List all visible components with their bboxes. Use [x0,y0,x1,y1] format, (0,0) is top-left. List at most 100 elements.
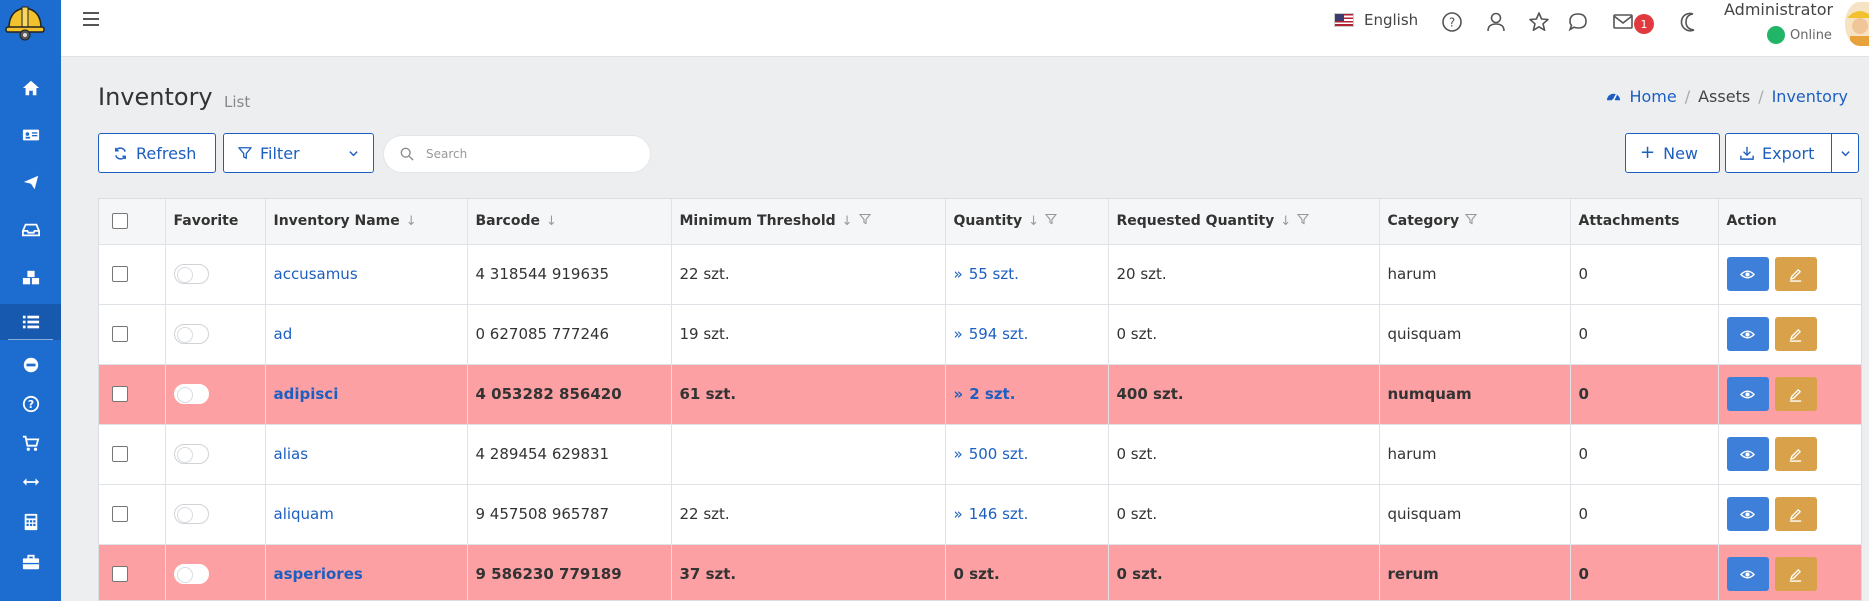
favorite-toggle[interactable] [173,264,209,284]
mail-icon[interactable] [1612,11,1634,33]
row-checkbox[interactable] [112,386,128,402]
favorite-toggle[interactable] [173,564,209,584]
sort-arrow-icon[interactable]: ↓ [1028,214,1039,229]
quantity-value[interactable]: 594 szt. [969,325,1029,343]
breadcrumb-assets[interactable]: Assets [1698,87,1750,106]
search-box[interactable] [383,135,651,173]
table-header-row: Favorite Inventory Name ↓ Barcode ↓ Minimu… [99,199,1861,245]
row-checkbox[interactable] [112,506,128,522]
question-circle-icon[interactable]: ? [0,386,61,422]
view-button[interactable] [1726,557,1769,591]
favorite-toggle[interactable] [173,504,209,524]
hamburger-menu-icon[interactable] [83,12,99,26]
edit-button[interactable] [1774,257,1817,291]
edit-button[interactable] [1774,377,1817,411]
sort-arrow-icon[interactable]: ↓ [406,214,417,229]
export-dropdown-button[interactable]: Export [1725,133,1859,173]
calculator-icon[interactable] [0,504,61,540]
chat-icon[interactable] [1567,11,1589,33]
edit-button[interactable] [1774,317,1817,351]
threshold-cell: 37 szt. [671,544,946,600]
favorite-toggle[interactable] [173,324,209,344]
action-cell [1718,484,1861,545]
row-checkbox[interactable] [112,446,128,462]
inventory-name-link[interactable]: alias [265,424,468,485]
header-inventory-name[interactable]: Inventory Name ↓ [265,199,468,245]
home-icon[interactable] [0,70,61,106]
briefcase-icon[interactable] [0,544,61,580]
quantity-value[interactable]: 55 szt. [969,265,1019,283]
breadcrumb-separator: / [1758,87,1764,106]
favorite-toggle[interactable] [173,384,209,404]
inventory-name-link[interactable]: aliquam [265,484,468,545]
user-name[interactable]: Administrator [1724,0,1833,19]
table-row[interactable]: alias 4 289454 629831 » 500 szt. 0 szt. h… [99,424,1861,485]
quantity-value[interactable]: 2 szt. [969,385,1015,403]
svg-text:?: ? [1449,16,1455,30]
table-row[interactable]: asperiores 9 586230 779189 37 szt. 0 szt… [99,544,1861,600]
star-icon[interactable] [1528,11,1550,33]
barcode-cell: 4 318544 919635 [467,244,672,305]
barcode-cell: 4 289454 629831 [467,424,672,485]
helmet-logo-icon[interactable] [5,2,45,42]
header-requested-quantity[interactable]: Requested Quantity ↓ [1108,199,1380,245]
dark-mode-moon-icon[interactable] [1679,11,1701,33]
quantity-value[interactable]: 0 szt. [954,565,1000,583]
header-category[interactable]: Category [1379,199,1571,245]
row-checkbox[interactable] [112,566,128,582]
help-icon[interactable]: ? [1441,11,1463,33]
quantity-value[interactable]: 146 szt. [969,505,1029,523]
breadcrumb-home[interactable]: Home [1629,87,1676,106]
sort-arrow-icon[interactable]: ↓ [1280,214,1291,229]
table-row[interactable]: accusamus 4 318544 919635 22 szt. » 55 sz… [99,244,1861,305]
favorite-toggle[interactable] [173,444,209,464]
sort-arrow-icon[interactable]: ↓ [546,214,557,229]
inbox-icon[interactable] [0,212,61,248]
row-checkbox[interactable] [112,266,128,282]
user-icon[interactable] [1485,11,1507,33]
edit-button[interactable] [1774,557,1817,591]
search-input[interactable] [426,147,626,161]
view-button[interactable] [1726,437,1769,471]
edit-button[interactable] [1774,497,1817,531]
avatar[interactable] [1845,2,1869,46]
filter-dropdown-button[interactable]: Filter [223,133,374,173]
quantity-value[interactable]: 500 szt. [969,445,1029,463]
inventory-name-link[interactable]: ad [265,304,468,365]
id-card-icon[interactable] [0,117,61,153]
filter-funnel-icon[interactable] [1464,214,1478,229]
table-row[interactable]: adipisci 4 053282 856420 61 szt. » 2 szt.… [99,364,1861,425]
filter-funnel-icon[interactable] [1297,214,1310,229]
inventory-name-link[interactable]: adipisci [265,364,468,425]
header-minimum-threshold[interactable]: Minimum Threshold ↓ [671,199,946,245]
view-button[interactable] [1726,257,1769,291]
row-checkbox[interactable] [112,326,128,342]
breadcrumb-inventory[interactable]: Inventory [1772,87,1848,106]
minus-circle-icon[interactable] [0,347,61,383]
attachments-cell: 0 [1570,244,1719,305]
cubes-icon[interactable] [0,260,61,296]
pencil-icon [1789,448,1802,462]
arrows-horizontal-icon[interactable] [0,464,61,500]
table-row[interactable]: ad 0 627085 777246 19 szt. » 594 szt. 0 s… [99,304,1861,365]
cart-icon[interactable] [0,425,61,461]
refresh-button[interactable]: Refresh [98,133,216,173]
filter-funnel-icon[interactable] [1044,214,1058,229]
sort-arrow-icon[interactable]: ↓ [842,214,853,229]
table-row[interactable]: aliquam 9 457508 965787 22 szt. » 146 szt… [99,484,1861,545]
row-select-cell [99,364,166,425]
view-button[interactable] [1726,377,1769,411]
view-button[interactable] [1726,317,1769,351]
header-barcode[interactable]: Barcode ↓ [467,199,672,245]
view-button[interactable] [1726,497,1769,531]
header-quantity[interactable]: Quantity ↓ [945,199,1109,245]
list-icon[interactable] [0,304,61,340]
inventory-name-link[interactable]: asperiores [265,544,468,600]
language-selector[interactable]: English [1334,11,1418,29]
plane-icon[interactable] [0,164,61,200]
inventory-name-link[interactable]: accusamus [265,244,468,305]
filter-funnel-icon[interactable] [858,214,871,229]
edit-button[interactable] [1774,437,1817,471]
new-button[interactable]: + New [1625,133,1720,173]
select-all-checkbox[interactable] [112,213,128,230]
